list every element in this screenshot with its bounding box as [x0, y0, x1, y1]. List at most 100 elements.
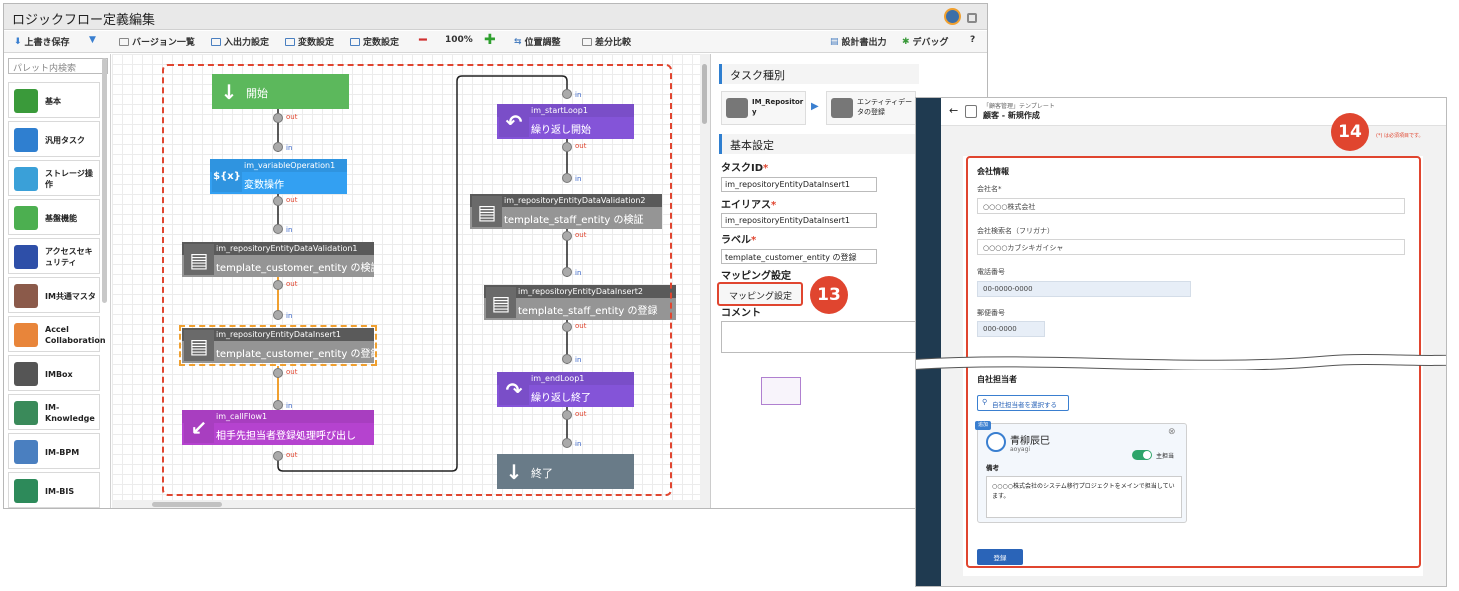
back-arrow-icon[interactable]: ←	[949, 104, 958, 117]
title-bar: ロジックフロー定義編集	[4, 4, 987, 30]
document-icon: ▤	[830, 36, 839, 47]
alias-input[interactable]: im_repositoryEntityDataInsert1	[721, 213, 877, 228]
diff-compare-button[interactable]: 差分比較	[582, 35, 631, 48]
help-button[interactable]: ?	[970, 35, 975, 45]
palette-item[interactable]: アクセスセキュリティ	[8, 238, 100, 274]
task-type-from-label: IM_Repository	[752, 98, 804, 116]
bug-icon: ✱	[902, 36, 910, 47]
user-avatar-icon[interactable]	[944, 8, 961, 25]
palette-item[interactable]: 基盤機能	[8, 199, 100, 235]
minus-icon: ━	[419, 33, 427, 48]
canvas-vertical-scrollbar[interactable]	[700, 54, 710, 508]
task-type-from: IM_Repository	[721, 91, 806, 125]
palette-item[interactable]: 基本	[8, 82, 100, 118]
palette-item[interactable]: IM-BPM	[8, 433, 100, 469]
toolbar: ⬇ 上書き保存 ▼ バージョン一覧 入出力設定 変数設定 定数設定 ━ 100% …	[4, 31, 987, 53]
position-adjust-button[interactable]: ⇆ 位置調整	[514, 35, 561, 49]
form-sidebar	[916, 98, 941, 586]
zoom-in-button[interactable]: ✚	[484, 32, 496, 48]
palette-item-icon	[14, 479, 38, 503]
overwrite-save-button[interactable]: ⬇ 上書き保存	[14, 35, 70, 49]
selection-marquee	[162, 64, 672, 496]
zoom-level: 100%	[445, 35, 473, 45]
comment-label: コメント	[721, 308, 761, 319]
required-note: (*) は必須項目です。	[1376, 133, 1424, 139]
palette-item[interactable]: Accel Collaboration	[8, 316, 106, 352]
callout-14: 14	[1331, 113, 1369, 151]
io-settings-button[interactable]: 入出力設定	[211, 35, 269, 48]
palette-scrollbar[interactable]	[102, 58, 107, 303]
palette-item-label: IM共通マスタ	[45, 291, 96, 301]
app-title: ロジックフロー定義編集	[12, 13, 156, 28]
palette-item[interactable]: IM共通マスタ	[8, 277, 100, 313]
palette-item-icon	[14, 167, 38, 191]
lock-icon[interactable]	[967, 13, 977, 23]
palette-search-input[interactable]: パレット内検索	[8, 58, 108, 74]
customer-form-window: ← 「顧客管理」テンプレート 顧客 - 新規作成 (*) は必須項目です。 会社…	[915, 97, 1447, 587]
callout-13: 13	[810, 276, 848, 314]
canvas-horizontal-scrollbar[interactable]	[112, 500, 700, 508]
plus-icon: ✚	[484, 32, 496, 48]
constant-settings-button[interactable]: 定数設定	[350, 35, 399, 48]
palette-item-icon	[14, 362, 38, 386]
palette-panel: パレット内検索 基本汎用タスクストレージ操作基盤機能アクセスセキュリティ IM共通…	[4, 54, 111, 508]
palette-item-label: IM-Knowledge	[45, 403, 95, 423]
label-label: ラベル*	[721, 235, 757, 246]
palette-item-label: IMBox	[45, 369, 73, 379]
palette-item-icon	[14, 323, 38, 347]
version-list-button[interactable]: バージョン一覧	[119, 35, 195, 48]
palette-item[interactable]: ストレージ操作	[8, 160, 100, 196]
alias-label: エイリアス*	[721, 200, 777, 211]
palette-item-icon	[14, 284, 38, 308]
palette-item-label: Accel Collaboration	[45, 325, 106, 345]
zoom-out-button[interactable]: ━	[419, 33, 427, 48]
variable-settings-icon	[285, 37, 295, 46]
diff-compare-icon	[582, 37, 592, 46]
palette-item-icon	[14, 245, 38, 269]
logic-flow-editor-window: ロジックフロー定義編集 ⬇ 上書き保存 ▼ バージョン一覧 入出力設定 変数設定 …	[3, 3, 988, 509]
palette-item[interactable]: IM-BIS	[8, 472, 100, 508]
palette-item-icon	[14, 128, 38, 152]
form-header: ← 「顧客管理」テンプレート 顧客 - 新規作成	[941, 98, 1446, 126]
mapping-settings-button[interactable]: マッピング設定	[717, 282, 803, 306]
scroll-thumb[interactable]	[702, 64, 707, 124]
minimap[interactable]	[761, 377, 801, 405]
palette-item-icon	[14, 206, 38, 230]
palette-item[interactable]: 汎用タスク	[8, 121, 100, 157]
palette-item-label: アクセスセキュリティ	[45, 247, 93, 267]
variable-settings-button[interactable]: 変数設定	[285, 35, 334, 48]
chevron-right-icon: ▶	[811, 101, 819, 112]
task-type-to: エンティティデータの登録	[826, 91, 916, 125]
position-adjust-icon: ⇆	[514, 36, 522, 47]
label-input[interactable]: template_customer_entity の登録	[721, 249, 877, 264]
save-icon: ⬇	[14, 36, 22, 47]
palette-item-label: IM-BIS	[45, 486, 75, 496]
palette-item-label: 基本	[45, 96, 61, 106]
palette-item[interactable]: IMBox	[8, 355, 100, 391]
entity-insert-icon	[831, 98, 853, 118]
palette-item-icon	[14, 440, 38, 464]
basic-settings-heading: 基本設定	[719, 134, 919, 154]
debug-button[interactable]: ✱ デバッグ	[902, 35, 949, 49]
task-id-label: タスクID*	[721, 163, 769, 174]
template-icon	[965, 105, 977, 118]
palette-item-label: 基盤機能	[45, 213, 77, 223]
design-doc-output-button[interactable]: ▤ 設計書出力	[830, 35, 887, 49]
task-type-heading: タスク種別	[719, 64, 919, 84]
save-menu-dropdown[interactable]: ▼	[89, 35, 96, 45]
palette-item-label: 汎用タスク	[45, 135, 85, 145]
mapping-heading: マッピング設定	[721, 271, 791, 282]
version-list-icon	[119, 37, 129, 46]
comment-textarea[interactable]	[721, 321, 921, 353]
repository-icon	[726, 98, 748, 118]
scroll-thumb[interactable]	[152, 502, 222, 507]
breadcrumb: 「顧客管理」テンプレート	[983, 103, 1055, 110]
palette-item[interactable]: IM-Knowledge	[8, 394, 100, 430]
constant-settings-icon	[350, 37, 360, 46]
task-type-to-label: エンティティデータの登録	[857, 98, 913, 116]
task-id-input[interactable]: im_repositoryEntityDataInsert1	[721, 177, 877, 192]
palette-item-label: ストレージ操作	[45, 169, 93, 189]
palette-item-label: IM-BPM	[45, 447, 80, 457]
chevron-down-icon: ▼	[89, 35, 96, 45]
palette-item-icon	[14, 401, 38, 425]
